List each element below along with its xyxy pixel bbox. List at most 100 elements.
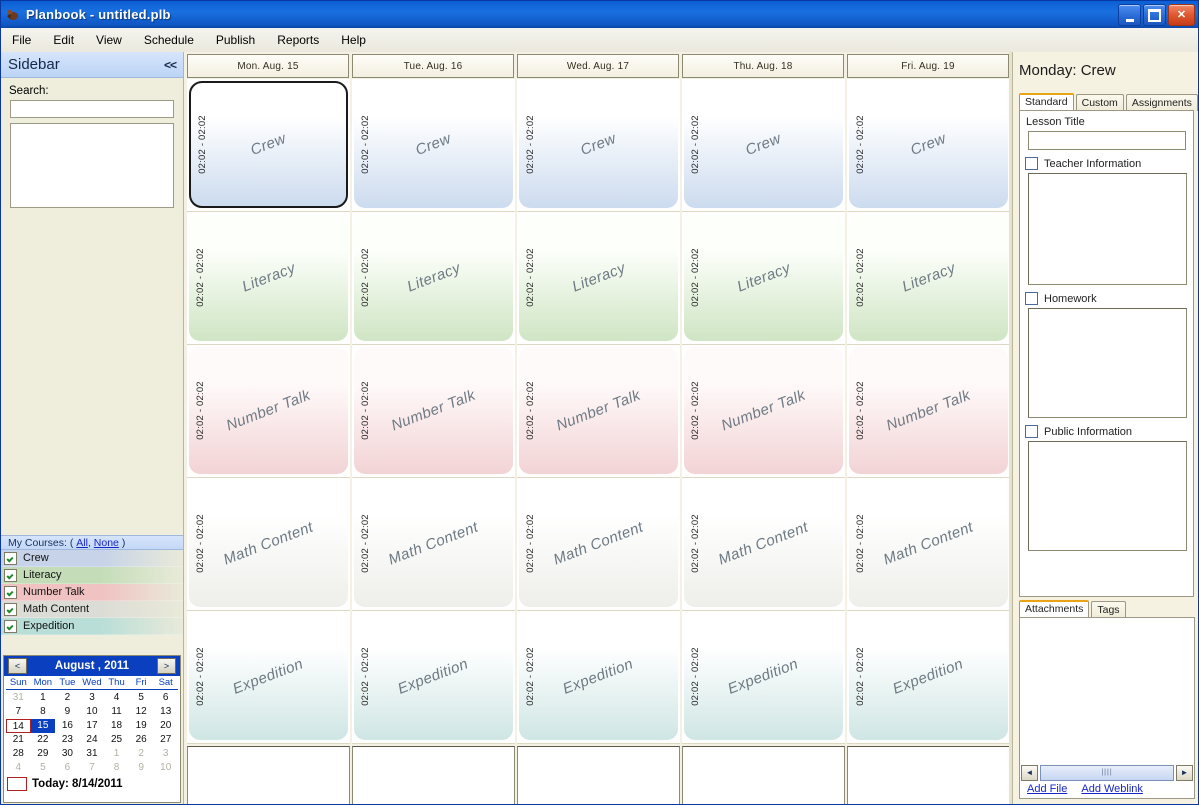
calendar-day-15[interactable]: 15 [30,719,56,733]
calendar-day-19[interactable]: 19 [129,719,154,733]
calendar-day-31[interactable]: 31 [80,747,105,761]
lesson-cell[interactable]: 02:02 - 02:02 Literacy [847,212,1010,345]
calendar-day-10[interactable]: 10 [80,705,105,719]
calendar-day-18[interactable]: 18 [104,719,129,733]
course-row-expedition[interactable]: Expedition [1,618,183,635]
calendar-day-28[interactable]: 28 [6,747,31,761]
calendar-day-20[interactable]: 20 [153,719,178,733]
section-toggle-teacher-information[interactable]: Teacher Information [1025,157,1193,170]
empty-lesson-cell[interactable] [352,746,515,804]
calendar-day-7[interactable]: 7 [6,705,31,719]
empty-lesson-cell[interactable] [682,746,845,804]
search-input[interactable] [10,100,174,118]
lesson-cell[interactable]: 02:02 - 02:02 Math Content [517,478,680,611]
course-checkbox[interactable] [4,585,17,599]
course-checkbox[interactable] [4,619,17,633]
add-file-link[interactable]: Add File [1027,783,1067,795]
add-weblink-link[interactable]: Add Weblink [1081,783,1143,795]
select-none-courses-link[interactable]: None [94,537,119,549]
day-header-fri-aug-19[interactable]: Fri. Aug. 19 [847,54,1009,78]
calendar-day-23[interactable]: 23 [55,733,80,747]
calendar-day-7[interactable]: 7 [80,761,105,775]
calendar-day-2[interactable]: 2 [55,691,80,705]
calendar-prev-month-button[interactable]: < [8,658,27,674]
calendar-day-9[interactable]: 9 [129,761,154,775]
calendar-day-13[interactable]: 13 [153,705,178,719]
lesson-cell[interactable]: 02:02 - 02:02 Math Content [682,478,845,611]
course-row-number-talk[interactable]: Number Talk [1,584,183,601]
calendar-day-8[interactable]: 8 [104,761,129,775]
tab-tags[interactable]: Tags [1091,601,1126,618]
maximize-button[interactable] [1143,4,1166,26]
tab-attachments[interactable]: Attachments [1019,600,1090,617]
calendar-day-1[interactable]: 1 [31,691,56,705]
scroll-right-icon[interactable]: ► [1176,764,1193,781]
section-checkbox[interactable] [1025,292,1038,305]
lesson-cell[interactable]: 02:02 - 02:02 Number Talk [517,345,680,478]
scroll-left-icon[interactable]: ◄ [1021,764,1038,781]
calendar-day-6[interactable]: 6 [153,691,178,705]
section-toggle-homework[interactable]: Homework [1025,292,1193,305]
calendar-next-month-button[interactable]: > [156,658,176,674]
menu-item-edit[interactable]: Edit [43,30,84,50]
calendar-day-22[interactable]: 22 [31,733,56,747]
section-checkbox[interactable] [1025,157,1038,170]
calendar-day-10[interactable]: 10 [153,761,178,775]
lesson-cell[interactable]: 02:02 - 02:02 Crew [352,79,515,212]
calendar-day-25[interactable]: 25 [104,733,129,747]
course-row-math-content[interactable]: Math Content [1,601,183,618]
lesson-cell[interactable]: 02:02 - 02:02 Math Content [352,478,515,611]
menu-item-file[interactable]: File [2,30,41,50]
day-header-tue-aug-16[interactable]: Tue. Aug. 16 [352,54,514,78]
section-textarea-teacher-information[interactable] [1028,173,1187,285]
close-button[interactable]: ✕ [1168,4,1195,26]
calendar-day-6[interactable]: 6 [55,761,80,775]
sidebar-collapse-icon[interactable]: << [164,58,177,72]
calendar-day-8[interactable]: 8 [31,705,56,719]
calendar-day-24[interactable]: 24 [80,733,105,747]
lesson-cell[interactable]: 02:02 - 02:02 Expedition [352,611,515,744]
calendar-day-9[interactable]: 9 [55,705,80,719]
lesson-cell[interactable]: 02:02 - 02:02 Crew [847,79,1010,212]
tab-assignments[interactable]: Assignments [1125,94,1198,111]
lesson-cell[interactable]: 02:02 - 02:02 Number Talk [352,345,515,478]
calendar-day-4[interactable]: 4 [6,761,31,775]
calendar-day-21[interactable]: 21 [6,733,31,747]
calendar-day-1[interactable]: 1 [104,747,129,761]
section-textarea-public-information[interactable] [1028,441,1187,551]
search-results-list[interactable] [10,123,174,208]
calendar-day-5[interactable]: 5 [31,761,56,775]
calendar-day-17[interactable]: 17 [80,719,105,733]
empty-lesson-cell[interactable] [187,746,350,804]
course-row-crew[interactable]: Crew [1,550,183,567]
lesson-cell[interactable]: 02:02 - 02:02 Expedition [517,611,680,744]
day-header-mon-aug-15[interactable]: Mon. Aug. 15 [187,54,349,78]
lesson-cell[interactable]: 02:02 - 02:02 Math Content [847,478,1010,611]
lesson-cell[interactable]: 02:02 - 02:02 Math Content [187,478,350,611]
day-header-wed-aug-17[interactable]: Wed. Aug. 17 [517,54,679,78]
lesson-cell[interactable]: 02:02 - 02:02 Literacy [517,212,680,345]
select-all-courses-link[interactable]: All [76,537,88,549]
attachments-scrollbar[interactable]: ◄ |||| ► [1021,764,1193,781]
course-row-literacy[interactable]: Literacy [1,567,183,584]
calendar-day-30[interactable]: 30 [55,747,80,761]
menu-item-reports[interactable]: Reports [267,30,329,50]
menu-item-help[interactable]: Help [331,30,376,50]
tab-standard[interactable]: Standard [1019,93,1074,110]
tab-custom[interactable]: Custom [1075,94,1124,111]
lesson-cell[interactable]: 02:02 - 02:02 Crew [682,79,845,212]
section-textarea-homework[interactable] [1028,308,1187,418]
lesson-cell[interactable]: 02:02 - 02:02 Number Talk [847,345,1010,478]
calendar-day-4[interactable]: 4 [104,691,129,705]
calendar-day-3[interactable]: 3 [80,691,105,705]
lesson-cell[interactable]: 02:02 - 02:02 Crew [517,79,680,212]
course-checkbox[interactable] [4,568,17,582]
menu-item-schedule[interactable]: Schedule [134,30,204,50]
section-checkbox[interactable] [1025,425,1038,438]
lesson-cell[interactable]: 02:02 - 02:02 Expedition [847,611,1010,744]
course-checkbox[interactable] [4,602,17,616]
lesson-cell[interactable]: 02:02 - 02:02 Expedition [682,611,845,744]
lesson-cell[interactable]: 02:02 - 02:02 Literacy [352,212,515,345]
empty-lesson-cell[interactable] [847,746,1010,804]
calendar-day-12[interactable]: 12 [129,705,154,719]
